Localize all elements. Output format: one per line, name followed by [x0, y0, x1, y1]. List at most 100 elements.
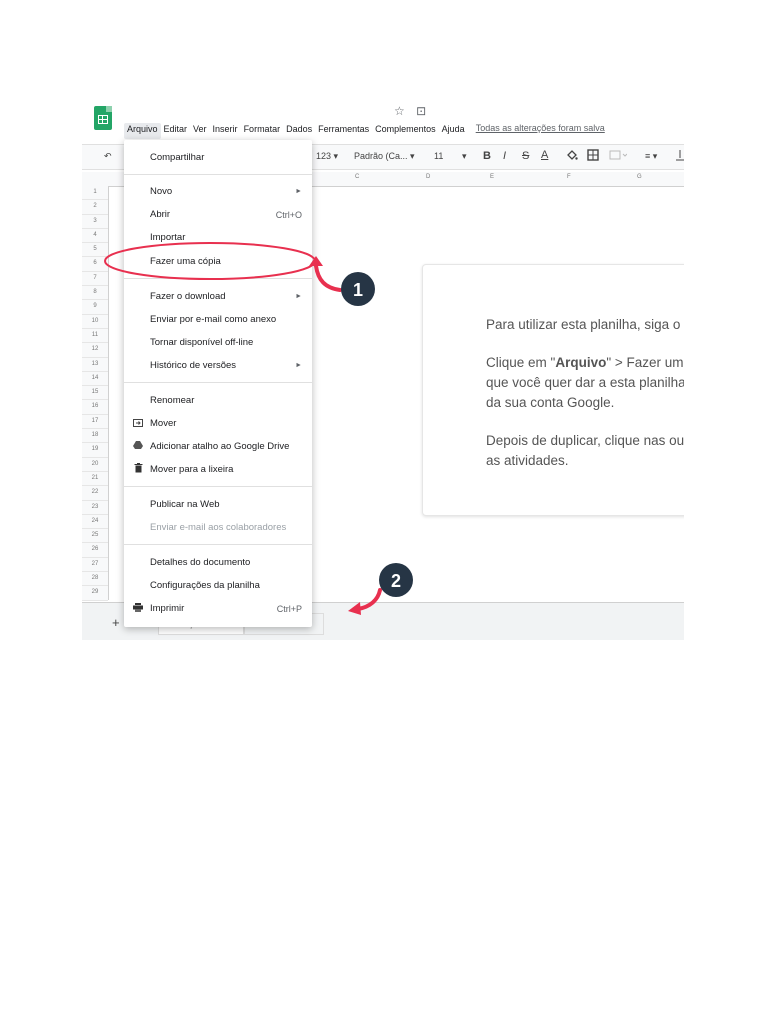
move-folder-icon — [132, 416, 144, 432]
menu-divider — [124, 174, 312, 175]
instruction-line: as atividades. — [486, 453, 569, 468]
menu-item-import[interactable]: Importar — [150, 230, 302, 246]
row-number[interactable]: 14 — [82, 372, 108, 387]
submenu-arrow-icon: ► — [295, 188, 302, 195]
menu-divider — [124, 278, 312, 279]
menu-item-version-history[interactable]: Histórico de versões ► — [150, 358, 302, 374]
row-number[interactable]: 29 — [82, 586, 108, 601]
screenshot: ☆ ⊡ Arquivo Editar Ver Inserir Formatar … — [82, 96, 684, 640]
font-size-field[interactable]: 11 — [434, 151, 443, 161]
star-icon[interactable]: ☆ — [394, 104, 405, 118]
menu-bar: Arquivo Editar Ver Inserir Formatar Dado… — [124, 123, 605, 139]
menu-item-add-shortcut[interactable]: Adicionar atalho ao Google Drive — [133, 439, 302, 455]
text-color-button[interactable]: A — [541, 149, 548, 161]
row-number[interactable]: 5 — [82, 243, 108, 258]
menu-item-publish[interactable]: Publicar na Web — [150, 497, 302, 513]
menu-item-print[interactable]: Imprimir Ctrl+P — [133, 601, 302, 617]
row-number[interactable]: 27 — [82, 558, 108, 573]
menu-editar[interactable]: Editar — [161, 123, 191, 139]
row-number[interactable]: 20 — [82, 458, 108, 472]
menu-item-email-collaborators: Enviar e-mail aos colaboradores — [150, 522, 287, 533]
menu-item-open[interactable]: Abrir Ctrl+O — [150, 207, 302, 223]
menu-item-sheet-settings[interactable]: Configurações da planilha — [150, 578, 302, 594]
row-number[interactable]: 24 — [82, 515, 108, 530]
submenu-arrow-icon: ► — [295, 362, 302, 369]
file-menu-dropdown: Compartilhar Novo ► Abrir Ctrl+O Importar … — [124, 140, 312, 627]
column-header[interactable]: D — [426, 174, 430, 180]
menu-item-offline[interactable]: Tornar disponível off-line — [150, 335, 302, 351]
align-dropdown[interactable]: ≡ ▾ — [645, 151, 657, 162]
merge-cells-icon[interactable] — [609, 149, 628, 163]
column-header[interactable]: C — [355, 174, 359, 180]
font-dropdown[interactable]: Padrão (Ca... ▾ — [354, 151, 415, 162]
row-number[interactable]: 7 — [82, 272, 108, 287]
vertical-align-icon[interactable] — [676, 149, 684, 163]
menu-dados[interactable]: Dados — [283, 123, 315, 139]
undo-icon[interactable]: ↶ — [104, 151, 112, 162]
row-number[interactable]: 10 — [82, 315, 108, 329]
menu-inserir[interactable]: Inserir — [210, 123, 241, 139]
row-number[interactable]: 9 — [82, 300, 108, 315]
row-number[interactable]: 17 — [82, 415, 108, 430]
row-number[interactable]: 22 — [82, 486, 108, 501]
row-number[interactable]: 16 — [82, 400, 108, 415]
menu-item-download[interactable]: Fazer o download ► — [150, 289, 302, 305]
instructions-card: Para utilizar esta planilha, siga o Cliq… — [422, 264, 684, 516]
trash-icon — [132, 462, 144, 478]
menu-item-rename[interactable]: Renomear — [150, 393, 302, 409]
menu-item-new[interactable]: Novo ► — [150, 184, 302, 200]
title-actions: ☆ ⊡ — [394, 104, 434, 118]
font-size-arrow-icon[interactable]: ▾ — [462, 151, 467, 162]
column-header[interactable]: G — [637, 174, 642, 180]
row-number[interactable]: 4 — [82, 229, 108, 244]
column-header[interactable]: E — [490, 174, 494, 180]
fill-color-icon[interactable] — [566, 149, 578, 163]
menu-ferramentas[interactable]: Ferramentas — [315, 123, 372, 139]
menu-divider — [124, 382, 312, 383]
menu-item-make-copy[interactable]: Fazer uma cópia — [150, 254, 302, 270]
submenu-arrow-icon: ► — [295, 293, 302, 300]
row-number[interactable]: 18 — [82, 429, 108, 444]
row-number[interactable]: 13 — [82, 358, 108, 372]
menu-item-document-details[interactable]: Detalhes do documento — [150, 555, 302, 571]
row-number[interactable]: 12 — [82, 343, 108, 358]
add-sheet-button[interactable]: + — [112, 615, 120, 630]
row-number[interactable]: 8 — [82, 286, 108, 301]
borders-icon[interactable] — [587, 149, 599, 163]
menu-item-move[interactable]: Mover — [133, 416, 302, 432]
row-number[interactable]: 19 — [82, 443, 108, 458]
row-number[interactable]: 26 — [82, 543, 108, 558]
instruction-line: que você quer dar a esta planilha — [486, 375, 684, 390]
row-number[interactable]: 21 — [82, 472, 108, 487]
number-format-dropdown[interactable]: 123 ▾ — [316, 151, 338, 162]
sheets-logo-icon[interactable] — [94, 106, 112, 130]
menu-arquivo[interactable]: Arquivo — [124, 123, 161, 139]
italic-button[interactable]: I — [503, 150, 506, 162]
menu-ajuda[interactable]: Ajuda — [439, 123, 468, 139]
row-number[interactable]: 15 — [82, 386, 108, 401]
row-number[interactable]: 3 — [82, 215, 108, 229]
menu-complementos[interactable]: Complementos — [372, 123, 439, 139]
move-folder-icon[interactable]: ⊡ — [416, 104, 426, 118]
row-number[interactable]: 23 — [82, 501, 108, 515]
column-header[interactable]: F — [567, 174, 571, 180]
instruction-line: Depois de duplicar, clique nas ou — [486, 433, 684, 448]
menu-item-email-attachment[interactable]: Enviar por e-mail como anexo — [150, 312, 302, 328]
menu-item-trash[interactable]: Mover para a lixeira — [134, 462, 302, 478]
row-number[interactable]: 1 — [82, 186, 108, 201]
row-number[interactable]: 2 — [82, 200, 108, 215]
bold-button[interactable]: B — [483, 150, 491, 162]
instruction-line: Para utilizar esta planilha, siga o — [486, 317, 681, 332]
row-number[interactable]: 11 — [82, 329, 108, 344]
print-icon — [132, 601, 144, 617]
row-number[interactable]: 28 — [82, 572, 108, 587]
save-status[interactable]: Todas as alterações foram salva — [476, 123, 605, 139]
row-number[interactable]: 6 — [82, 257, 108, 272]
strikethrough-button[interactable]: S — [522, 150, 529, 162]
menu-item-share[interactable]: Compartilhar — [150, 150, 302, 166]
row-number[interactable]: 25 — [82, 529, 108, 544]
menu-formatar[interactable]: Formatar — [241, 123, 284, 139]
row-headers: 1 2 3 4 5 6 7 8 9 10 11 12 13 14 15 16 1… — [82, 186, 109, 601]
instruction-line: da sua conta Google. — [486, 395, 615, 410]
menu-ver[interactable]: Ver — [190, 123, 210, 139]
